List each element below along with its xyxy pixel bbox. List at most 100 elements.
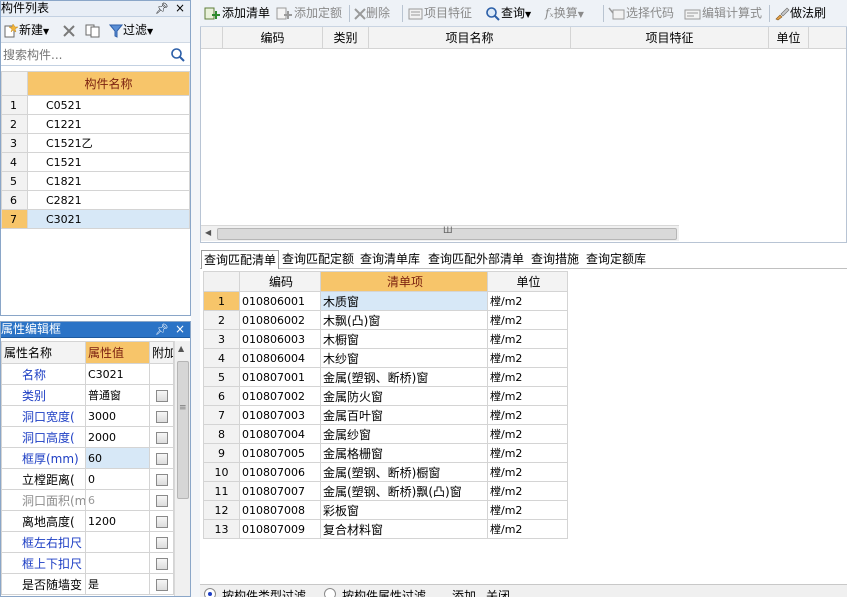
checkbox[interactable]	[155, 410, 168, 423]
scroll-thumb[interactable]	[177, 361, 189, 499]
table-row[interactable]: 4 C1521	[1, 152, 190, 172]
unit-cell[interactable]: 樘/m2	[487, 519, 568, 539]
filter-button[interactable]: 过滤▼	[109, 21, 153, 39]
property-value[interactable]: 是	[85, 573, 150, 595]
property-extra-cell[interactable]	[149, 447, 174, 469]
column-header-code[interactable]: 编码	[239, 271, 321, 292]
table-row[interactable]: 11 010807007 金属(塑钢、断桥)飘(凸)窗 樘/m2	[203, 481, 568, 501]
column-header-item-feature[interactable]: 项目特征	[571, 27, 769, 49]
property-extra-cell[interactable]	[149, 573, 174, 595]
checkbox[interactable]	[155, 515, 168, 528]
list-item-cell[interactable]: 金属(塑钢、断桥)飘(凸)窗	[320, 481, 488, 501]
code-cell[interactable]: 010806004	[239, 348, 321, 368]
checkbox[interactable]	[155, 452, 168, 465]
table-row[interactable]: 3 010806003 木橱窗 樘/m2	[203, 329, 568, 349]
new-button[interactable]: 新建▼	[3, 21, 49, 39]
component-name-cell[interactable]: C1521	[27, 152, 190, 172]
code-cell[interactable]: 010807009	[239, 519, 321, 539]
table-row[interactable]: 12 010807008 彩板窗 樘/m2	[203, 500, 568, 520]
table-row[interactable]: 2 010806002 木飘(凸)窗 樘/m2	[203, 310, 568, 330]
property-value[interactable]: 60	[85, 447, 150, 469]
checkbox[interactable]	[155, 557, 168, 570]
checkbox[interactable]	[155, 578, 168, 591]
filter-by-attribute-label[interactable]: 按构件属性过滤	[342, 587, 426, 597]
tab-query-matched-list[interactable]: 查询匹配清单	[201, 250, 280, 269]
item-feature-button[interactable]: 项目特征	[408, 4, 472, 22]
query-button[interactable]: 查询▼	[485, 4, 531, 22]
checkbox[interactable]	[155, 473, 168, 486]
add-button[interactable]: 添加	[452, 587, 476, 597]
table-row[interactable]: 10 010807006 金属(塑钢、断桥)橱窗 樘/m2	[203, 462, 568, 482]
unit-cell[interactable]: 樘/m2	[487, 329, 568, 349]
property-value[interactable]: 1200	[85, 510, 150, 532]
tab-query-measures[interactable]: 查询措施	[531, 250, 579, 269]
copy-button[interactable]	[85, 21, 101, 39]
checkbox[interactable]	[155, 494, 168, 507]
code-cell[interactable]: 010807007	[239, 481, 321, 501]
filter-by-attribute-radio[interactable]	[324, 588, 336, 597]
column-header-item-name[interactable]: 项目名称	[369, 27, 571, 49]
property-extra-cell[interactable]	[149, 384, 174, 406]
property-row[interactable]: 框左右扣尺	[1, 531, 174, 553]
property-row[interactable]: 框厚(mm) 60	[1, 447, 174, 469]
component-name-cell[interactable]: C1521乙	[27, 133, 190, 153]
code-cell[interactable]: 010806001	[239, 291, 321, 311]
checkbox[interactable]	[155, 536, 168, 549]
convert-button[interactable]: 𝑓ₓ换算▼	[545, 4, 584, 22]
panel-splitter[interactable]	[191, 0, 200, 597]
component-name-cell[interactable]: C0521	[27, 95, 190, 115]
property-value[interactable]	[85, 531, 150, 553]
unit-cell[interactable]: 樘/m2	[487, 405, 568, 425]
code-cell[interactable]: 010807005	[239, 443, 321, 463]
unit-cell[interactable]: 樘/m2	[487, 291, 568, 311]
code-cell[interactable]: 010806003	[239, 329, 321, 349]
edit-formula-button[interactable]: 编辑计算式	[684, 4, 762, 22]
component-name-cell[interactable]: C3021	[27, 209, 190, 229]
property-row[interactable]: 类别 普通窗	[1, 384, 174, 406]
property-value[interactable]: 2000	[85, 426, 150, 448]
property-extra-cell[interactable]	[149, 405, 174, 427]
close-button[interactable]: 关闭	[486, 587, 510, 597]
list-item-cell[interactable]: 金属防火窗	[320, 386, 488, 406]
property-extra-cell[interactable]	[149, 531, 174, 553]
list-item-cell[interactable]: 木质窗	[320, 291, 488, 311]
unit-cell[interactable]: 樘/m2	[487, 462, 568, 482]
close-icon[interactable]: ×	[175, 322, 185, 337]
tab-query-external-list[interactable]: 查询匹配外部清单	[428, 250, 524, 269]
add-quota-button[interactable]: 添加定额	[276, 4, 342, 22]
property-row[interactable]: 是否随墙变是	[1, 573, 174, 595]
table-row[interactable]: 4 010806004 木纱窗 樘/m2	[203, 348, 568, 368]
table-row[interactable]: 8 010807004 金属纱窗 樘/m2	[203, 424, 568, 444]
checkbox[interactable]	[155, 389, 168, 402]
property-row[interactable]: 离地高度(1200	[1, 510, 174, 532]
unit-cell[interactable]: 樘/m2	[487, 310, 568, 330]
table-row[interactable]: 6 C2821	[1, 190, 190, 210]
select-code-button[interactable]: 选择代码	[608, 4, 674, 22]
delete-button[interactable]	[63, 21, 75, 39]
list-item-cell[interactable]: 金属格栅窗	[320, 443, 488, 463]
horizontal-scrollbar[interactable]: ◀ Ш	[201, 225, 679, 241]
unit-cell[interactable]: 樘/m2	[487, 348, 568, 368]
table-row[interactable]: 3 C1521乙	[1, 133, 190, 153]
property-value[interactable]	[85, 552, 150, 574]
column-header-category[interactable]: 类别	[323, 27, 369, 49]
list-item-cell[interactable]: 金属纱窗	[320, 424, 488, 444]
component-name-cell[interactable]: C1821	[27, 171, 190, 191]
add-list-button[interactable]: 添加清单	[204, 4, 270, 22]
search-input[interactable]	[3, 46, 169, 64]
table-row[interactable]: 1 C0521	[1, 95, 190, 115]
filter-by-type-radio[interactable]	[204, 588, 216, 597]
column-header-unit[interactable]: 单位	[487, 271, 568, 292]
code-cell[interactable]: 010807004	[239, 424, 321, 444]
method-brush-button[interactable]: 做法刷	[774, 4, 826, 22]
unit-cell[interactable]: 樘/m2	[487, 481, 568, 501]
list-item-cell[interactable]: 金属(塑钢、断桥)橱窗	[320, 462, 488, 482]
property-row[interactable]: 洞口宽度(3000	[1, 405, 174, 427]
property-value[interactable]: 普通窗	[85, 384, 150, 406]
code-cell[interactable]: 010807001	[239, 367, 321, 387]
property-extra-cell[interactable]	[149, 510, 174, 532]
unit-cell[interactable]: 樘/m2	[487, 424, 568, 444]
list-item-cell[interactable]: 金属(塑钢、断桥)窗	[320, 367, 488, 387]
column-header-unit[interactable]: 单位	[769, 27, 809, 49]
property-value[interactable]: 3000	[85, 405, 150, 427]
